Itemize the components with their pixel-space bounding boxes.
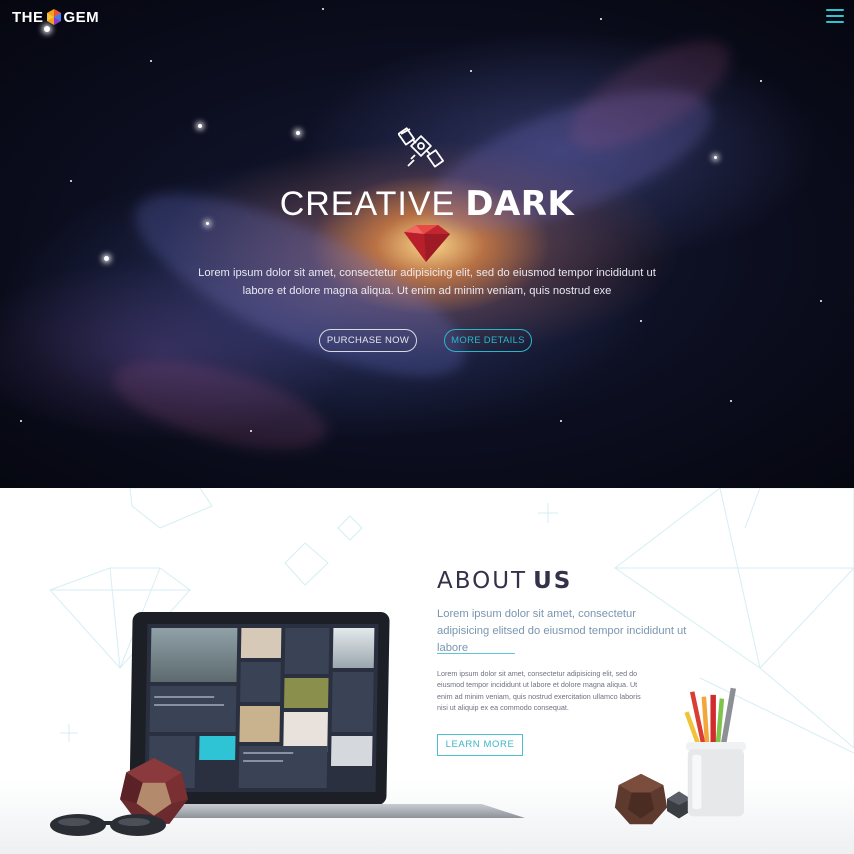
hero-section: THE GEM CREATIVE DARK Lorem ipsum dolor … (0, 0, 854, 488)
hero-title: CREATIVE DARK (0, 184, 854, 224)
galaxy-arm (104, 342, 336, 468)
about-subtitle: Lorem ipsum dolor sit amet, consectetur … (437, 608, 687, 654)
screen-tile (284, 678, 329, 708)
screen-tile (150, 628, 238, 682)
star (470, 70, 472, 72)
screen-tile (149, 686, 237, 732)
about-section: ABOUT US Lorem ipsum dolor sit amet, cons… (0, 488, 854, 854)
star (600, 18, 602, 20)
screen-text-line (243, 752, 294, 754)
star (760, 80, 762, 82)
star (250, 430, 252, 432)
screen-tile (240, 662, 281, 702)
star (150, 60, 152, 62)
screen-tile (332, 628, 375, 668)
star (104, 256, 109, 261)
screen-tile (240, 628, 282, 658)
star (322, 8, 324, 10)
satellite-icon (398, 127, 445, 168)
about-divider (437, 653, 515, 654)
star (640, 320, 642, 322)
site-logo[interactable]: THE GEM (12, 8, 99, 26)
star (730, 400, 732, 402)
screen-text-line (243, 760, 284, 762)
logo-text-right: GEM (63, 8, 100, 26)
hero-title-bold: DARK (465, 184, 575, 224)
about-title-bold: US (533, 568, 573, 594)
logo-text-left: THE (12, 8, 44, 26)
screen-text-line (154, 696, 215, 698)
wooden-gem-small-icon (614, 773, 668, 825)
screen-tile (239, 706, 281, 742)
purchase-now-button[interactable]: PURCHASE NOW (319, 329, 417, 352)
star (44, 26, 50, 32)
star (70, 180, 72, 182)
screen-tile (284, 628, 330, 674)
hero-title-light: CREATIVE (279, 185, 456, 223)
about-title: ABOUT US (437, 568, 572, 594)
learn-more-button[interactable]: LEARN MORE (437, 734, 523, 756)
star (296, 131, 300, 135)
laptop-base (165, 804, 525, 818)
star (20, 420, 22, 422)
sunglasses-icon (50, 814, 166, 836)
red-gem-icon (404, 225, 450, 262)
star (560, 420, 562, 422)
pencil-jar-icon (684, 687, 746, 817)
star (714, 156, 717, 159)
logo-gem-icon (46, 9, 61, 25)
screen-text-line (154, 704, 225, 706)
star (820, 300, 822, 302)
hero-description: Lorem ipsum dolor sit amet, consectetur … (198, 267, 656, 297)
hamburger-menu-icon[interactable] (826, 9, 844, 23)
about-body-text: Lorem ipsum dolor sit amet, consectetur … (437, 669, 641, 713)
screen-tile (330, 736, 373, 766)
screen-tile (199, 736, 236, 760)
screen-tile (331, 672, 374, 732)
more-details-button[interactable]: MORE DETAILS (444, 329, 532, 352)
star (198, 124, 202, 128)
about-title-light: ABOUT (437, 568, 528, 594)
